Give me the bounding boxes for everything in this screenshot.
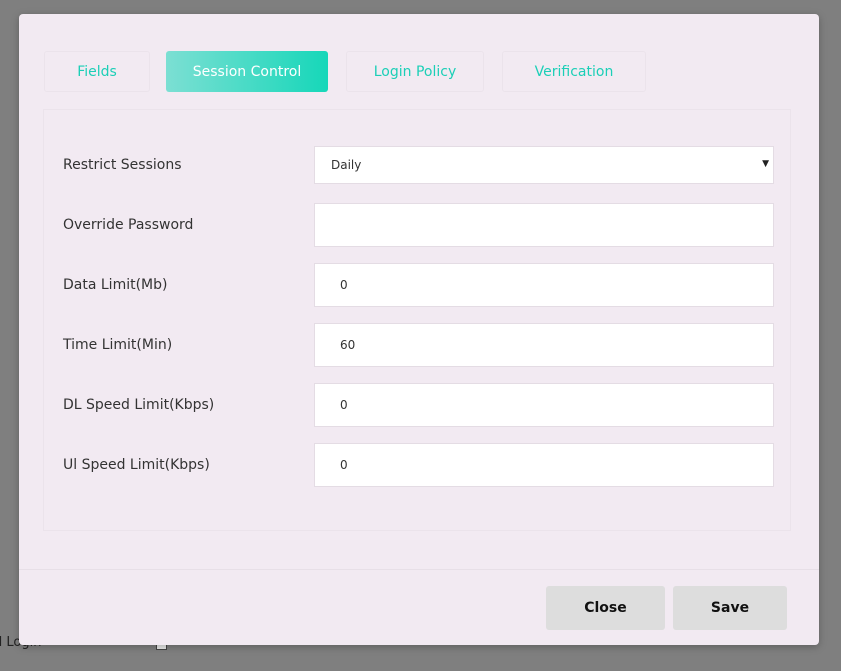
- override-password-row: Override Password: [44, 203, 792, 247]
- ul-speed-limit-row: Ul Speed Limit(Kbps) 0: [44, 443, 792, 487]
- restrict-sessions-value: Daily: [331, 158, 362, 172]
- save-button[interactable]: Save: [673, 586, 787, 630]
- tab-login-policy[interactable]: Login Policy: [346, 51, 484, 92]
- footer-divider: [19, 569, 819, 570]
- tab-verification[interactable]: Verification: [502, 51, 646, 92]
- time-limit-row: Time Limit(Min) 60: [44, 323, 792, 367]
- override-password-input[interactable]: [314, 203, 774, 247]
- restrict-sessions-select[interactable]: Daily ▼: [314, 146, 774, 184]
- dl-speed-limit-value: 0: [340, 398, 348, 412]
- time-limit-label: Time Limit(Min): [63, 337, 173, 353]
- tab-session-control[interactable]: Session Control: [166, 51, 328, 92]
- ul-speed-limit-label: Ul Speed Limit(Kbps): [63, 457, 210, 473]
- time-limit-value: 60: [340, 338, 356, 352]
- session-settings-modal: Fields Session Control Login Policy Veri…: [19, 14, 819, 645]
- dl-speed-limit-row: DL Speed Limit(Kbps) 0: [44, 383, 792, 427]
- restrict-sessions-row: Restrict Sessions Daily ▼: [44, 143, 792, 187]
- data-limit-label: Data Limit(Mb): [63, 277, 168, 293]
- caret-down-icon: ▼: [762, 159, 769, 169]
- data-limit-value: 0: [340, 278, 348, 292]
- dl-speed-limit-label: DL Speed Limit(Kbps): [63, 397, 215, 413]
- dl-speed-limit-input[interactable]: 0: [314, 383, 774, 427]
- tab-fields[interactable]: Fields: [44, 51, 150, 92]
- time-limit-input[interactable]: 60: [314, 323, 774, 367]
- close-button[interactable]: Close: [546, 586, 665, 630]
- restrict-sessions-label: Restrict Sessions: [63, 157, 182, 173]
- ul-speed-limit-value: 0: [340, 458, 348, 472]
- ul-speed-limit-input[interactable]: 0: [314, 443, 774, 487]
- override-password-label: Override Password: [63, 217, 194, 233]
- data-limit-input[interactable]: 0: [314, 263, 774, 307]
- data-limit-row: Data Limit(Mb) 0: [44, 263, 792, 307]
- session-control-panel: Restrict Sessions Daily ▼ Override Passw…: [43, 109, 791, 531]
